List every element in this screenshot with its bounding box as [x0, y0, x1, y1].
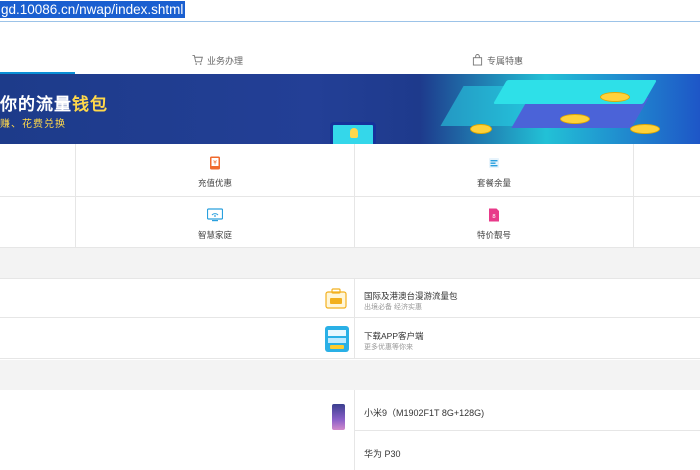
service-package-balance[interactable]: 套餐余量: [355, 144, 633, 196]
service-label: 套餐余量: [476, 178, 511, 188]
phone-list: 小米9（M1902F1T 8G+128G) 华为 P30: [0, 390, 700, 470]
top-nav: 业务办理 专属特惠: [0, 22, 700, 74]
phone-thumbnail[interactable]: [332, 404, 345, 430]
coin-icon: [560, 114, 590, 124]
svg-text:¥: ¥: [213, 160, 217, 167]
divider: [354, 430, 700, 431]
phone-item-name[interactable]: 小米9（M1902F1T 8G+128G): [364, 406, 484, 419]
roaming-package-icon: [325, 288, 347, 309]
banner-subtitle: 赚、花费兑换: [0, 119, 66, 130]
nav-label-exclusive-offers: 专属特惠: [487, 55, 524, 66]
divider: [354, 279, 355, 319]
cart-icon: [192, 54, 203, 65]
bag-icon: [472, 54, 483, 66]
coin-icon: [600, 92, 630, 102]
app-download-icon: [325, 326, 349, 352]
banner-decoration: [493, 80, 657, 104]
service-label: 特价靓号: [476, 230, 511, 240]
coin-icon: [630, 124, 660, 134]
promo-subtitle: 出境必备 经济实惠: [364, 304, 422, 311]
lightbulb-icon: [350, 128, 358, 138]
service-label: 充值优惠: [197, 178, 232, 188]
sim-card-icon: 8: [489, 208, 499, 222]
divider: [633, 144, 634, 248]
promo-banner[interactable]: 你的流量钱包 赚、花费兑换: [0, 74, 700, 144]
promo-roaming[interactable]: 国际及港澳台漫游流量包 出境必备 经济实惠: [0, 278, 700, 319]
banner-title-white: 你的流量: [0, 95, 72, 114]
nav-item-business[interactable]: 业务办理: [192, 52, 243, 68]
service-label: 智慧家庭: [197, 230, 232, 240]
section-gap: [0, 248, 700, 278]
smart-home-tv-icon: [207, 208, 223, 222]
section-gap: [0, 360, 700, 390]
nav-label-business: 业务办理: [207, 55, 244, 66]
promo-title: 下载APP客户端: [364, 331, 424, 341]
banner-title: 你的流量钱包: [0, 90, 108, 115]
promo-title: 国际及港澳台漫游流量包: [364, 291, 458, 301]
divider: [354, 319, 355, 359]
banner-title-gold: 钱包: [72, 95, 108, 114]
promo-subtitle: 更多优惠等你来: [364, 344, 413, 351]
service-smart-home[interactable]: 智慧家庭: [76, 196, 354, 248]
service-recharge[interactable]: ¥ 充值优惠: [76, 144, 354, 196]
service-grid: ¥ 充值优惠 套餐余量 智慧家庭 8 特价靓号: [0, 144, 700, 248]
promo-app-download[interactable]: 下载APP客户端 更多优惠等你来: [0, 319, 700, 359]
package-balance-icon: [489, 158, 499, 168]
svg-text:8: 8: [492, 214, 496, 220]
nav-item-exclusive-offers[interactable]: 专属特惠: [472, 52, 523, 68]
service-special-number[interactable]: 8 特价靓号: [355, 196, 633, 248]
phone-item-name[interactable]: 华为 P30: [364, 447, 401, 460]
address-bar[interactable]: gd.10086.cn/nwap/index.shtml: [0, 0, 700, 22]
coin-icon: [470, 124, 492, 134]
url-text[interactable]: gd.10086.cn/nwap/index.shtml: [0, 1, 186, 18]
phone-recharge-icon: ¥: [210, 156, 220, 170]
